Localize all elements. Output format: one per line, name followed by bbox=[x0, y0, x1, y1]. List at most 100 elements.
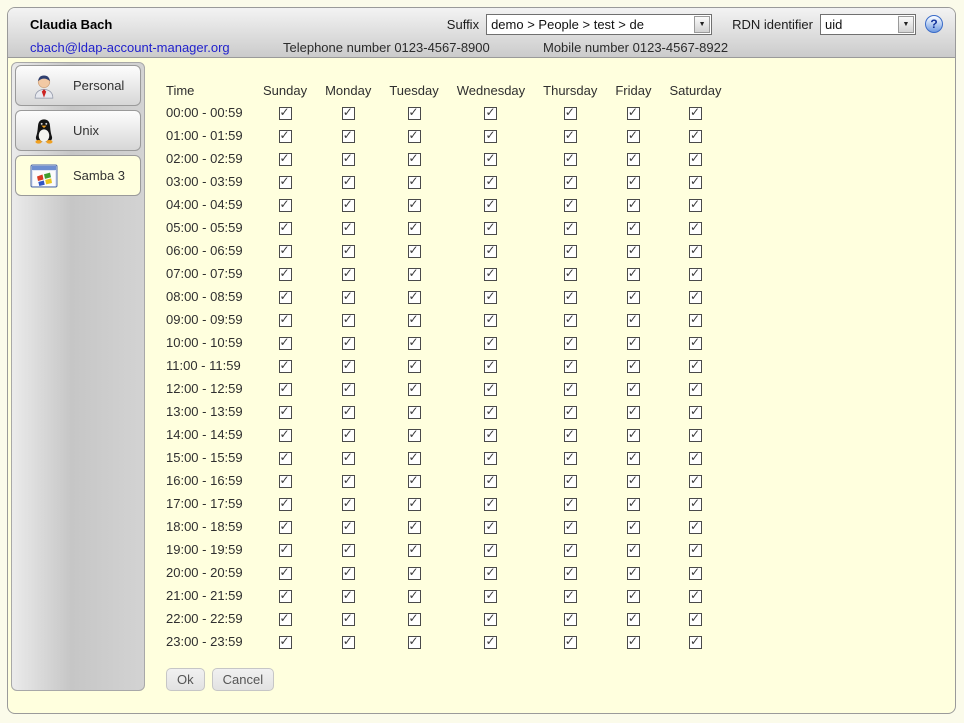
hour-checkbox-friday[interactable] bbox=[627, 130, 640, 143]
hour-checkbox-sunday[interactable] bbox=[279, 567, 292, 580]
hour-checkbox-friday[interactable] bbox=[627, 452, 640, 465]
hour-checkbox-saturday[interactable] bbox=[689, 544, 702, 557]
hour-checkbox-friday[interactable] bbox=[627, 314, 640, 327]
hour-checkbox-sunday[interactable] bbox=[279, 452, 292, 465]
hour-checkbox-monday[interactable] bbox=[342, 268, 355, 281]
hour-checkbox-monday[interactable] bbox=[342, 452, 355, 465]
hour-checkbox-friday[interactable] bbox=[627, 521, 640, 534]
hour-checkbox-tuesday[interactable] bbox=[408, 130, 421, 143]
hour-checkbox-saturday[interactable] bbox=[689, 199, 702, 212]
hour-checkbox-sunday[interactable] bbox=[279, 406, 292, 419]
hour-checkbox-friday[interactable] bbox=[627, 383, 640, 396]
hour-checkbox-friday[interactable] bbox=[627, 567, 640, 580]
hour-checkbox-sunday[interactable] bbox=[279, 475, 292, 488]
dropdown-arrow-icon[interactable]: ▼ bbox=[898, 16, 914, 33]
hour-checkbox-thursday[interactable] bbox=[564, 130, 577, 143]
hour-checkbox-saturday[interactable] bbox=[689, 107, 702, 120]
hour-checkbox-monday[interactable] bbox=[342, 636, 355, 649]
hour-checkbox-sunday[interactable] bbox=[279, 222, 292, 235]
hour-checkbox-tuesday[interactable] bbox=[408, 521, 421, 534]
hour-checkbox-wednesday[interactable] bbox=[484, 291, 497, 304]
hour-checkbox-friday[interactable] bbox=[627, 613, 640, 626]
hour-checkbox-thursday[interactable] bbox=[564, 199, 577, 212]
hour-checkbox-thursday[interactable] bbox=[564, 314, 577, 327]
hour-checkbox-tuesday[interactable] bbox=[408, 153, 421, 166]
hour-checkbox-friday[interactable] bbox=[627, 429, 640, 442]
hour-checkbox-saturday[interactable] bbox=[689, 245, 702, 258]
hour-checkbox-sunday[interactable] bbox=[279, 245, 292, 258]
suffix-select[interactable]: demo > People > test > de ▼ bbox=[486, 14, 712, 35]
hour-checkbox-wednesday[interactable] bbox=[484, 567, 497, 580]
hour-checkbox-sunday[interactable] bbox=[279, 429, 292, 442]
hour-checkbox-tuesday[interactable] bbox=[408, 268, 421, 281]
hour-checkbox-friday[interactable] bbox=[627, 176, 640, 189]
tab-samba3[interactable]: Samba 3 bbox=[15, 155, 141, 196]
hour-checkbox-saturday[interactable] bbox=[689, 153, 702, 166]
hour-checkbox-saturday[interactable] bbox=[689, 521, 702, 534]
hour-checkbox-thursday[interactable] bbox=[564, 291, 577, 304]
email-link[interactable]: cbach@ldap-account-manager.org bbox=[30, 40, 283, 55]
hour-checkbox-friday[interactable] bbox=[627, 153, 640, 166]
hour-checkbox-monday[interactable] bbox=[342, 222, 355, 235]
hour-checkbox-thursday[interactable] bbox=[564, 613, 577, 626]
hour-checkbox-sunday[interactable] bbox=[279, 268, 292, 281]
hour-checkbox-friday[interactable] bbox=[627, 337, 640, 350]
hour-checkbox-friday[interactable] bbox=[627, 268, 640, 281]
hour-checkbox-wednesday[interactable] bbox=[484, 337, 497, 350]
hour-checkbox-friday[interactable] bbox=[627, 590, 640, 603]
hour-checkbox-wednesday[interactable] bbox=[484, 429, 497, 442]
hour-checkbox-wednesday[interactable] bbox=[484, 314, 497, 327]
hour-checkbox-wednesday[interactable] bbox=[484, 590, 497, 603]
hour-checkbox-saturday[interactable] bbox=[689, 291, 702, 304]
hour-checkbox-sunday[interactable] bbox=[279, 291, 292, 304]
hour-checkbox-saturday[interactable] bbox=[689, 130, 702, 143]
hour-checkbox-thursday[interactable] bbox=[564, 567, 577, 580]
hour-checkbox-thursday[interactable] bbox=[564, 498, 577, 511]
hour-checkbox-wednesday[interactable] bbox=[484, 107, 497, 120]
hour-checkbox-wednesday[interactable] bbox=[484, 199, 497, 212]
hour-checkbox-monday[interactable] bbox=[342, 199, 355, 212]
help-icon[interactable]: ? bbox=[925, 15, 943, 33]
hour-checkbox-saturday[interactable] bbox=[689, 176, 702, 189]
hour-checkbox-monday[interactable] bbox=[342, 521, 355, 534]
hour-checkbox-sunday[interactable] bbox=[279, 521, 292, 534]
hour-checkbox-tuesday[interactable] bbox=[408, 475, 421, 488]
hour-checkbox-friday[interactable] bbox=[627, 498, 640, 511]
hour-checkbox-sunday[interactable] bbox=[279, 544, 292, 557]
hour-checkbox-wednesday[interactable] bbox=[484, 245, 497, 258]
hour-checkbox-tuesday[interactable] bbox=[408, 590, 421, 603]
tab-unix[interactable]: Unix bbox=[15, 110, 141, 151]
hour-checkbox-wednesday[interactable] bbox=[484, 521, 497, 534]
hour-checkbox-wednesday[interactable] bbox=[484, 452, 497, 465]
hour-checkbox-thursday[interactable] bbox=[564, 429, 577, 442]
hour-checkbox-monday[interactable] bbox=[342, 429, 355, 442]
hour-checkbox-wednesday[interactable] bbox=[484, 153, 497, 166]
hour-checkbox-saturday[interactable] bbox=[689, 475, 702, 488]
hour-checkbox-wednesday[interactable] bbox=[484, 130, 497, 143]
hour-checkbox-sunday[interactable] bbox=[279, 314, 292, 327]
hour-checkbox-sunday[interactable] bbox=[279, 153, 292, 166]
hour-checkbox-thursday[interactable] bbox=[564, 406, 577, 419]
hour-checkbox-wednesday[interactable] bbox=[484, 498, 497, 511]
hour-checkbox-thursday[interactable] bbox=[564, 153, 577, 166]
hour-checkbox-thursday[interactable] bbox=[564, 245, 577, 258]
hour-checkbox-wednesday[interactable] bbox=[484, 383, 497, 396]
hour-checkbox-tuesday[interactable] bbox=[408, 429, 421, 442]
hour-checkbox-friday[interactable] bbox=[627, 360, 640, 373]
hour-checkbox-monday[interactable] bbox=[342, 176, 355, 189]
hour-checkbox-wednesday[interactable] bbox=[484, 475, 497, 488]
hour-checkbox-monday[interactable] bbox=[342, 383, 355, 396]
hour-checkbox-tuesday[interactable] bbox=[408, 176, 421, 189]
hour-checkbox-sunday[interactable] bbox=[279, 199, 292, 212]
hour-checkbox-sunday[interactable] bbox=[279, 107, 292, 120]
hour-checkbox-monday[interactable] bbox=[342, 314, 355, 327]
hour-checkbox-tuesday[interactable] bbox=[408, 222, 421, 235]
hour-checkbox-tuesday[interactable] bbox=[408, 383, 421, 396]
hour-checkbox-thursday[interactable] bbox=[564, 176, 577, 189]
hour-checkbox-thursday[interactable] bbox=[564, 337, 577, 350]
hour-checkbox-wednesday[interactable] bbox=[484, 544, 497, 557]
ok-button[interactable]: Ok bbox=[166, 668, 205, 691]
hour-checkbox-friday[interactable] bbox=[627, 199, 640, 212]
hour-checkbox-monday[interactable] bbox=[342, 291, 355, 304]
hour-checkbox-wednesday[interactable] bbox=[484, 222, 497, 235]
